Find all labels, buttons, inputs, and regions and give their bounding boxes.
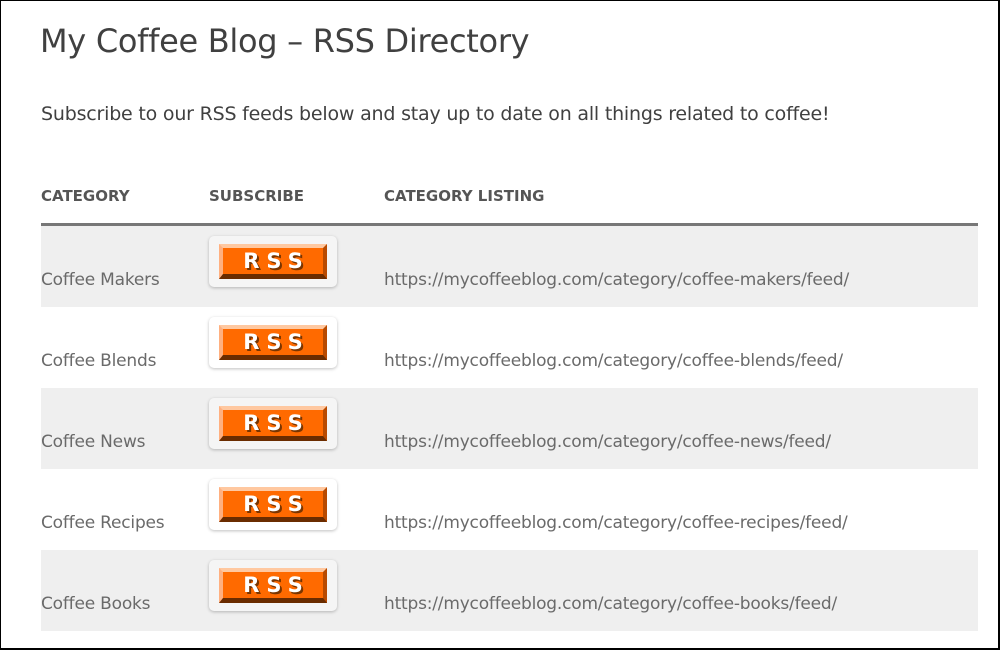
header-subscribe: SUBSCRIBE xyxy=(209,187,305,205)
table-row: Coffee Books RSS https://mycoffeeblog.co… xyxy=(41,550,978,631)
category-name: Coffee Blends xyxy=(41,351,157,371)
rss-icon: RSS xyxy=(219,487,327,522)
rss-subscribe-button[interactable]: RSS xyxy=(209,317,337,368)
header-category: CATEGORY xyxy=(41,187,130,205)
rss-icon: RSS xyxy=(219,244,327,279)
rss-icon: RSS xyxy=(219,406,327,441)
rss-icon: RSS xyxy=(219,568,327,603)
category-name: Coffee Books xyxy=(41,594,151,614)
feed-url-link[interactable]: https://mycoffeeblog.com/category/coffee… xyxy=(384,513,848,533)
table-row: Coffee Blends RSS https://mycoffeeblog.c… xyxy=(41,307,978,388)
category-name: Coffee News xyxy=(41,432,146,452)
category-name: Coffee Makers xyxy=(41,270,160,290)
rss-icon: RSS xyxy=(219,325,327,360)
rss-subscribe-button[interactable]: RSS xyxy=(209,236,337,287)
rss-subscribe-button[interactable]: RSS xyxy=(209,479,337,530)
table-row: Coffee Makers RSS https://mycoffeeblog.c… xyxy=(41,226,978,307)
table-row: Coffee News RSS https://mycoffeeblog.com… xyxy=(41,388,978,469)
category-name: Coffee Recipes xyxy=(41,513,165,533)
feed-url-link[interactable]: https://mycoffeeblog.com/category/coffee… xyxy=(384,594,837,614)
feed-url-link[interactable]: https://mycoffeeblog.com/category/coffee… xyxy=(384,351,843,371)
header-category-listing: CATEGORY LISTING xyxy=(384,187,545,205)
table-row: Coffee Recipes RSS https://mycoffeeblog.… xyxy=(41,469,978,550)
intro-text: Subscribe to our RSS feeds below and sta… xyxy=(41,103,830,125)
page-title: My Coffee Blog – RSS Directory xyxy=(40,22,530,60)
rss-directory-table: CATEGORY SUBSCRIBE CATEGORY LISTING Coff… xyxy=(41,180,978,631)
feed-url-link[interactable]: https://mycoffeeblog.com/category/coffee… xyxy=(384,270,849,290)
feed-url-link[interactable]: https://mycoffeeblog.com/category/coffee… xyxy=(384,432,831,452)
table-header: CATEGORY SUBSCRIBE CATEGORY LISTING xyxy=(41,180,978,226)
rss-subscribe-button[interactable]: RSS xyxy=(209,398,337,449)
rss-subscribe-button[interactable]: RSS xyxy=(209,560,337,611)
